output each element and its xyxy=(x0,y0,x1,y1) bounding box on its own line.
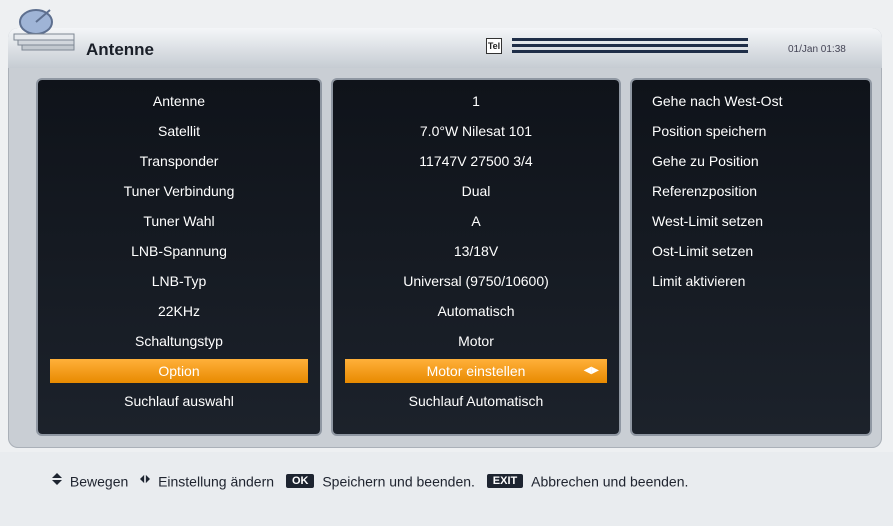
label-22khz[interactable]: 22KHz xyxy=(50,299,308,323)
label-suchlauf-auswahl[interactable]: Suchlauf auswahl xyxy=(50,389,308,413)
action-gehe-zu-position[interactable]: Gehe zu Position xyxy=(652,149,862,173)
settings-value-panel: 1 7.0°W Nilesat 101 11747V 27500 3/4 Dua… xyxy=(333,80,619,434)
label-tuner-verbindung[interactable]: Tuner Verbindung xyxy=(50,179,308,203)
value-tuner-verbindung[interactable]: Dual xyxy=(345,179,607,203)
change-hint: Einstellung ändern xyxy=(158,473,275,490)
motor-actions-panel: Gehe nach West-Ost Position speichern Ge… xyxy=(632,80,870,434)
value-schaltungstyp[interactable]: Motor xyxy=(345,329,607,353)
value-lnb-spannung[interactable]: 13/18V xyxy=(345,239,607,263)
value-transponder[interactable]: 11747V 27500 3/4 xyxy=(345,149,607,173)
value-22khz[interactable]: Automatisch xyxy=(345,299,607,323)
signal-icon: Tel xyxy=(486,38,502,54)
action-ost-limit-setzen[interactable]: Ost-Limit setzen xyxy=(652,239,862,263)
exit-hint: Abbrechen und beenden. xyxy=(531,473,689,490)
signal-level-bar xyxy=(512,50,748,53)
label-antenne[interactable]: Antenne xyxy=(50,89,308,113)
exit-key-badge: EXIT xyxy=(486,474,524,489)
value-antenne[interactable]: 1 xyxy=(345,89,607,113)
clock: 01/Jan 01:38 xyxy=(788,44,846,55)
up-down-arrow-icon xyxy=(52,473,62,485)
move-hint: Bewegen xyxy=(69,473,129,490)
ok-key-badge: OK xyxy=(285,474,315,489)
label-lnb-typ[interactable]: LNB-Typ xyxy=(50,269,308,293)
action-gehe-nach-west-ost[interactable]: Gehe nach West-Ost xyxy=(652,89,862,113)
label-tuner-wahl[interactable]: Tuner Wahl xyxy=(50,209,308,233)
action-west-limit-setzen[interactable]: West-Limit setzen xyxy=(652,209,862,233)
value-tuner-wahl[interactable]: A xyxy=(345,209,607,233)
value-option-label: Motor einstellen xyxy=(426,363,526,379)
action-referenzposition[interactable]: Referenzposition xyxy=(652,179,862,203)
signal-quality-bar xyxy=(512,44,748,47)
value-suchlauf-auswahl[interactable]: Suchlauf Automatisch xyxy=(345,389,607,413)
label-option-selected[interactable]: Option xyxy=(50,359,308,383)
value-option-selector[interactable]: Motor einstellen ◀▶ xyxy=(345,359,607,383)
label-lnb-spannung[interactable]: LNB-Spannung xyxy=(50,239,308,263)
action-limit-aktivieren[interactable]: Limit aktivieren xyxy=(652,269,862,293)
help-bar: Bewegen Einstellung ändern OK Speichern … xyxy=(52,472,688,489)
ok-hint: Speichern und beenden. xyxy=(322,473,475,490)
value-lnb-typ[interactable]: Universal (9750/10600) xyxy=(345,269,607,293)
left-right-arrow-icon: ◀▶ xyxy=(583,365,599,376)
page-title: Antenne xyxy=(86,40,154,59)
satellite-dish-logo-icon xyxy=(13,9,75,51)
action-position-speichern[interactable]: Position speichern xyxy=(652,119,862,143)
label-transponder[interactable]: Transponder xyxy=(50,149,308,173)
left-right-arrow-icon xyxy=(140,474,151,484)
label-schaltungstyp[interactable]: Schaltungstyp xyxy=(50,329,308,353)
value-satellit[interactable]: 7.0°W Nilesat 101 xyxy=(345,119,607,143)
signal-strength-bar xyxy=(512,38,748,41)
label-satellit[interactable]: Satellit xyxy=(50,119,308,143)
settings-label-panel: Antenne Satellit Transponder Tuner Verbi… xyxy=(38,80,320,434)
